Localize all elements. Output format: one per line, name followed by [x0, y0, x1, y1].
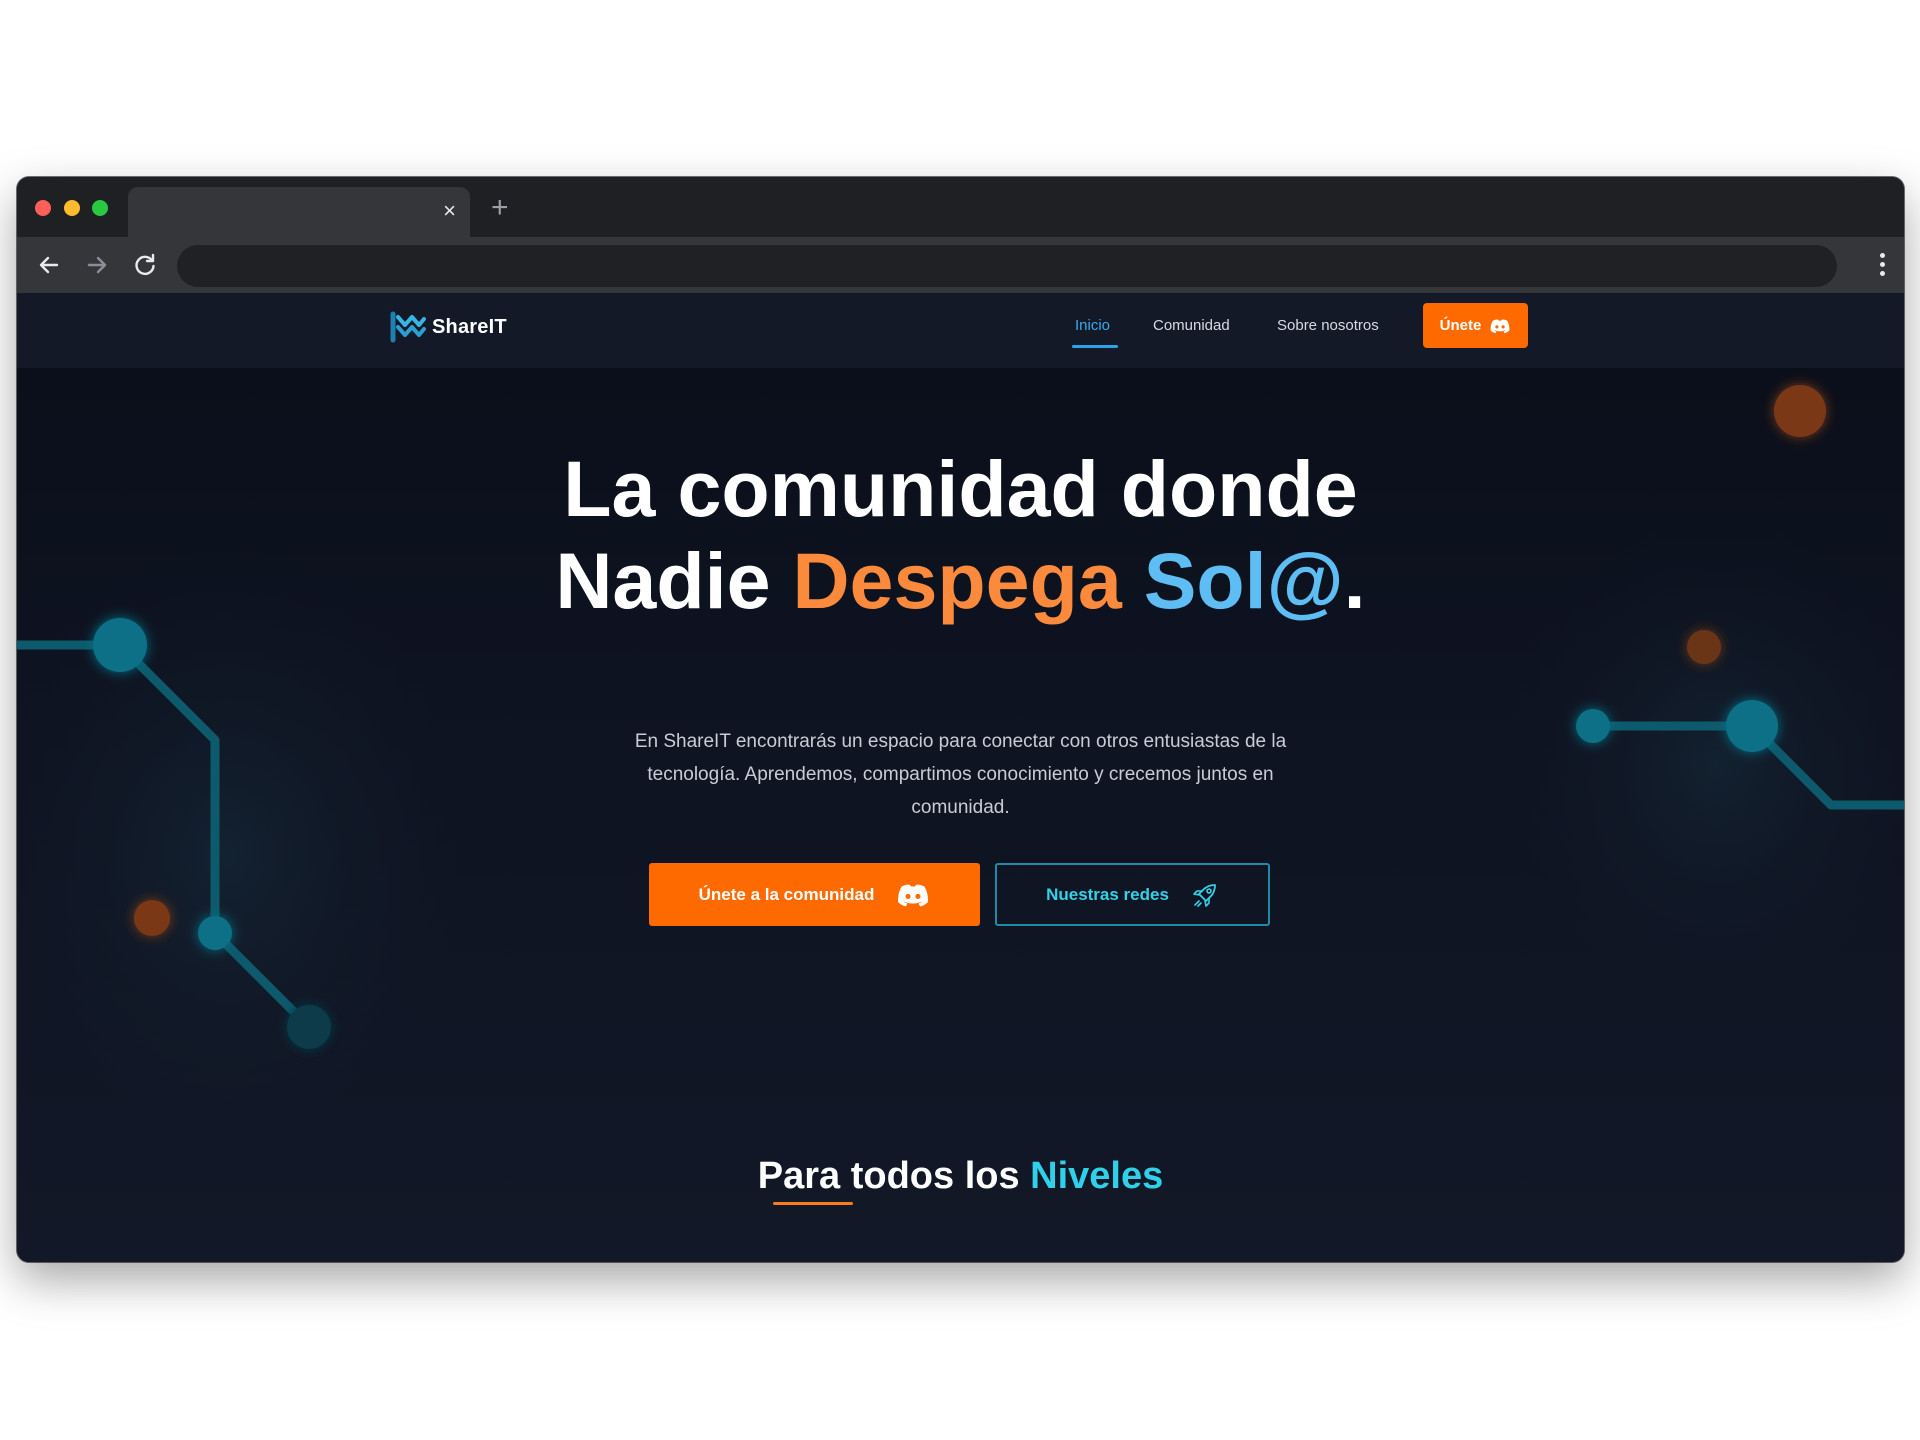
menu-dots-icon[interactable] [1880, 253, 1886, 277]
discord-icon [1490, 318, 1510, 333]
site-navbar: ShareIT Inicio Comunidad Sobre nosotros … [17, 293, 1904, 368]
our-networks-label: Nuestras redes [1046, 884, 1169, 904]
reload-icon[interactable] [131, 251, 159, 279]
tab-close-icon[interactable]: × [443, 200, 456, 222]
new-tab-button[interactable]: + [491, 193, 509, 223]
hero-title-line2: Nadie Despega Sol@. [17, 535, 1904, 627]
shareit-logo-icon [390, 311, 426, 343]
web-page: ShareIT Inicio Comunidad Sobre nosotros … [17, 293, 1904, 1262]
hero-title-line1: La comunidad donde [563, 444, 1358, 533]
hero-title-word-sola: Sol@ [1143, 536, 1344, 625]
section-title-underline [773, 1202, 853, 1205]
browser-window: × + ShareIT Inicio Comunidad Sobre nosot… [17, 177, 1904, 1262]
section-title-part2: Niveles [1030, 1155, 1164, 1197]
section-title-part1: Para todos los [757, 1155, 1031, 1197]
active-nav-indicator [1072, 345, 1118, 348]
nav-link-comunidad[interactable]: Comunidad [1153, 317, 1230, 334]
our-networks-button[interactable]: Nuestras redes [995, 863, 1270, 926]
nav-link-inicio[interactable]: Inicio [1075, 317, 1110, 334]
shareit-logo[interactable]: ShareIT [390, 309, 507, 345]
section-title: Para todos los Niveles [17, 1153, 1904, 1199]
close-window-button[interactable] [35, 200, 51, 216]
address-bar[interactable] [177, 245, 1837, 287]
hero-title-word-nadie: Nadie [555, 536, 793, 625]
browser-tab[interactable]: × [128, 187, 470, 237]
maximize-window-button[interactable] [92, 200, 108, 216]
hero-title: La comunidad donde Nadie Despega Sol@. [17, 443, 1904, 627]
join-button[interactable]: Únete [1423, 303, 1528, 348]
hero-description: En ShareIT encontrarás un espacio para c… [634, 731, 1287, 818]
back-arrow-icon[interactable] [35, 251, 63, 279]
rocket-icon [1193, 883, 1216, 907]
forward-arrow-icon[interactable] [83, 251, 111, 279]
hero-title-word-despega: Despega [792, 536, 1122, 625]
nav-link-sobre-nosotros[interactable]: Sobre nosotros [1277, 317, 1379, 334]
discord-icon [898, 884, 929, 906]
join-community-label: Únete a la comunidad [698, 884, 875, 904]
brand-name: ShareIT [432, 315, 507, 338]
browser-toolbar [17, 237, 1904, 293]
tab-strip: × + [17, 177, 1904, 237]
hero-title-period: . [1343, 536, 1366, 625]
join-button-label: Únete [1439, 317, 1482, 334]
join-community-button[interactable]: Únete a la comunidad [649, 863, 980, 926]
minimize-window-button[interactable] [64, 200, 80, 216]
